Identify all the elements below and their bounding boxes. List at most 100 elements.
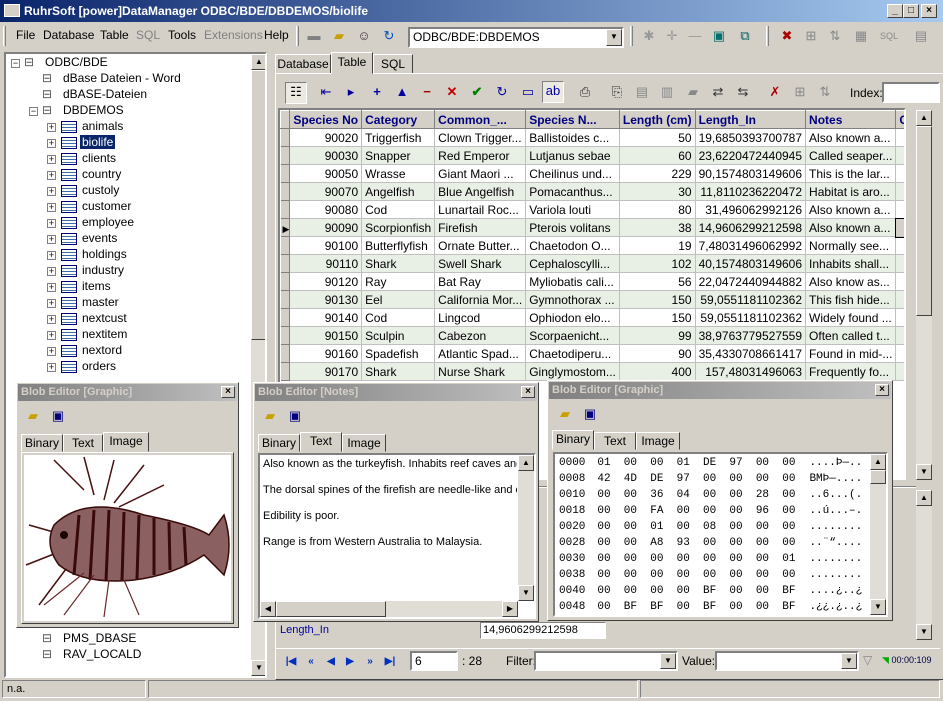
table-cell[interactable]: Found in mid-... [805, 344, 897, 363]
hex-row[interactable]: 0020 00 00 01 00 08 00 00 00........ [559, 521, 862, 533]
tree-table-orders[interactable]: orders [61, 359, 118, 375]
tree-item-dbdemos[interactable]: ⊟ DBDEMOS [42, 103, 126, 119]
table-cell[interactable]: 90,1574803149606 [695, 164, 807, 183]
tab-image[interactable]: Image [342, 434, 386, 452]
table-cell[interactable]: Cheilinus und... [525, 164, 620, 183]
table-cell[interactable]: Cabezon [434, 326, 527, 345]
first-record-icon[interactable]: |◀ [282, 655, 300, 669]
table-cell[interactable] [895, 272, 904, 291]
table-cell[interactable] [895, 236, 904, 255]
table-row[interactable]: 90100 Butterflyfish Ornate Butter... Chaeto… [280, 236, 904, 255]
hex-row[interactable]: 0030 00 00 00 00 00 00 00 01........ [559, 553, 862, 565]
tree-item-rav[interactable]: ⊟ RAV_LOCALD [42, 647, 143, 663]
refresh-icon[interactable]: ↻ [493, 83, 511, 101]
sort-icon[interactable]: ⇅ [826, 27, 844, 45]
hex-scrollbar[interactable]: ▲ ▼ [870, 454, 886, 615]
table-row[interactable]: 90020 Triggerfish Clown Trigger... Ballisto… [280, 128, 904, 147]
scroll-down-icon[interactable]: ▼ [870, 599, 886, 615]
table-cell[interactable] [895, 182, 904, 201]
monitor-icon[interactable]: ▣ [710, 27, 728, 45]
table-cell[interactable]: 90080 [289, 200, 363, 219]
table-cell[interactable]: Shark [361, 254, 436, 273]
hex-row[interactable]: 0028 00 00 A8 93 00 00 00 00 ..¨“.... [559, 537, 862, 549]
next-icon[interactable]: ▸ [342, 83, 360, 101]
table-cell[interactable]: Sculpin [361, 326, 436, 345]
tree-table-industry[interactable]: industry [61, 263, 126, 279]
row-indicator[interactable] [280, 344, 291, 363]
table-cell[interactable]: Spadefish [361, 344, 436, 363]
post-icon[interactable]: ✔ [468, 83, 486, 101]
table-cell[interactable]: 30 [619, 182, 696, 201]
collapse-icon[interactable]: − [11, 59, 20, 68]
table-cell[interactable]: 90050 [289, 164, 363, 183]
import-icon[interactable]: ⇄ [709, 83, 727, 101]
table-cell[interactable]: This fish hide... [805, 290, 897, 309]
tab-binary[interactable]: Binary [552, 430, 594, 450]
expand-icon[interactable]: + [47, 347, 56, 356]
table-cell[interactable]: Shark [361, 362, 436, 381]
table-cell[interactable]: 11,8110236220472 [695, 182, 807, 201]
row-indicator[interactable] [280, 128, 291, 147]
up-icon[interactable]: ▲ [393, 83, 411, 101]
row-indicator[interactable] [280, 272, 291, 291]
table-cell[interactable]: Giant Maori ... [434, 164, 527, 183]
alias-combo[interactable]: ODBC/BDE:DBDEMOS ▼ [408, 27, 624, 48]
table-cell[interactable]: 90120 [289, 272, 363, 291]
table-cell[interactable]: 90100 [289, 236, 363, 255]
scroll-right-icon[interactable]: ▶ [502, 601, 518, 617]
table-cell[interactable] [895, 290, 904, 309]
chevron-down-icon[interactable]: ▼ [660, 653, 676, 669]
table-cell[interactable]: California Mor... [434, 290, 527, 309]
expand-icon[interactable]: + [47, 283, 56, 292]
tree-item-dbase[interactable]: ⊟ dBASE-Dateien [42, 87, 149, 103]
print-icon[interactable]: ⎙ [576, 83, 594, 101]
last-record-icon[interactable]: ▶| [381, 655, 399, 669]
table-cell[interactable]: Chaetodiperu... [525, 344, 620, 363]
minimize-button[interactable]: _ [887, 4, 903, 18]
scroll-thumb[interactable] [276, 601, 386, 617]
table-cell[interactable]: 90 [619, 344, 696, 363]
save-icon[interactable]: ▥ [658, 83, 676, 101]
table-cell[interactable]: 99 [619, 326, 696, 345]
delete-icon[interactable]: − [418, 83, 436, 101]
row-indicator[interactable] [280, 290, 291, 309]
table-cell[interactable]: Widely found ... [805, 308, 897, 327]
table-cell[interactable]: 90110 [289, 254, 363, 273]
notes-memo[interactable]: Also known as the turkeyfish. Inhabits r… [258, 453, 536, 619]
table-row[interactable]: 90080 Cod Lunartail Roc... Variola louti 80 3… [280, 200, 904, 219]
table-row[interactable]: 90050 Wrasse Giant Maori ... Cheilinus und.… [280, 164, 904, 183]
table-cell[interactable]: 150 [619, 308, 696, 327]
row-indicator[interactable] [280, 164, 291, 183]
column-header[interactable]: Category [361, 110, 436, 129]
table-cell[interactable]: Also known a... [805, 218, 897, 237]
tree-table-clients[interactable]: clients [61, 151, 118, 167]
hex-row[interactable]: 0008 42 4D DE 97 00 00 00 00 BMÞ—.... [559, 473, 862, 485]
chevron-down-icon[interactable]: ▼ [841, 653, 857, 669]
expand-icon[interactable]: + [47, 251, 56, 260]
open-folder-icon[interactable]: ▰ [556, 405, 574, 423]
tab-table[interactable]: Table [331, 52, 373, 74]
tree-table-country[interactable]: country [61, 167, 123, 183]
scroll-down-icon[interactable]: ▼ [518, 585, 534, 601]
clear-icon[interactable]: ✗ [766, 83, 784, 101]
table-cell[interactable] [895, 254, 904, 273]
menu-sql[interactable]: SQL [136, 28, 160, 42]
expand-icon[interactable]: + [47, 123, 56, 132]
detail-field[interactable]: 14,9606299212598 [480, 622, 606, 639]
export-icon[interactable]: ▤ [912, 27, 930, 45]
table-cell[interactable]: Lutjanus sebae [525, 146, 620, 165]
table-row[interactable]: ▶ 90090 Scorpionfish Firefish Pterois volita… [280, 217, 904, 238]
table-cell[interactable]: 50 [619, 128, 696, 147]
table-cell[interactable] [895, 200, 904, 219]
table-cell[interactable] [895, 326, 904, 345]
blob-editor-icon[interactable]: ab [542, 81, 564, 103]
column-header[interactable]: Length (cm) [618, 110, 696, 129]
scroll-up-icon[interactable]: ▲ [870, 454, 886, 470]
table-row[interactable]: 90130 Eel California Mor... Gymnothorax ...… [280, 290, 904, 309]
close-icon[interactable]: × [875, 384, 889, 396]
hex-row[interactable]: 0048 00 BF BF 00 BF 00 00 BF .¿¿.¿..¿ [559, 601, 862, 613]
close-icon[interactable]: × [521, 386, 535, 398]
column-header[interactable]: Notes [805, 110, 897, 129]
table-cell[interactable]: 22,0472440944882 [695, 272, 807, 291]
detail-scrollbar[interactable]: ▲ ▼ [916, 490, 932, 640]
